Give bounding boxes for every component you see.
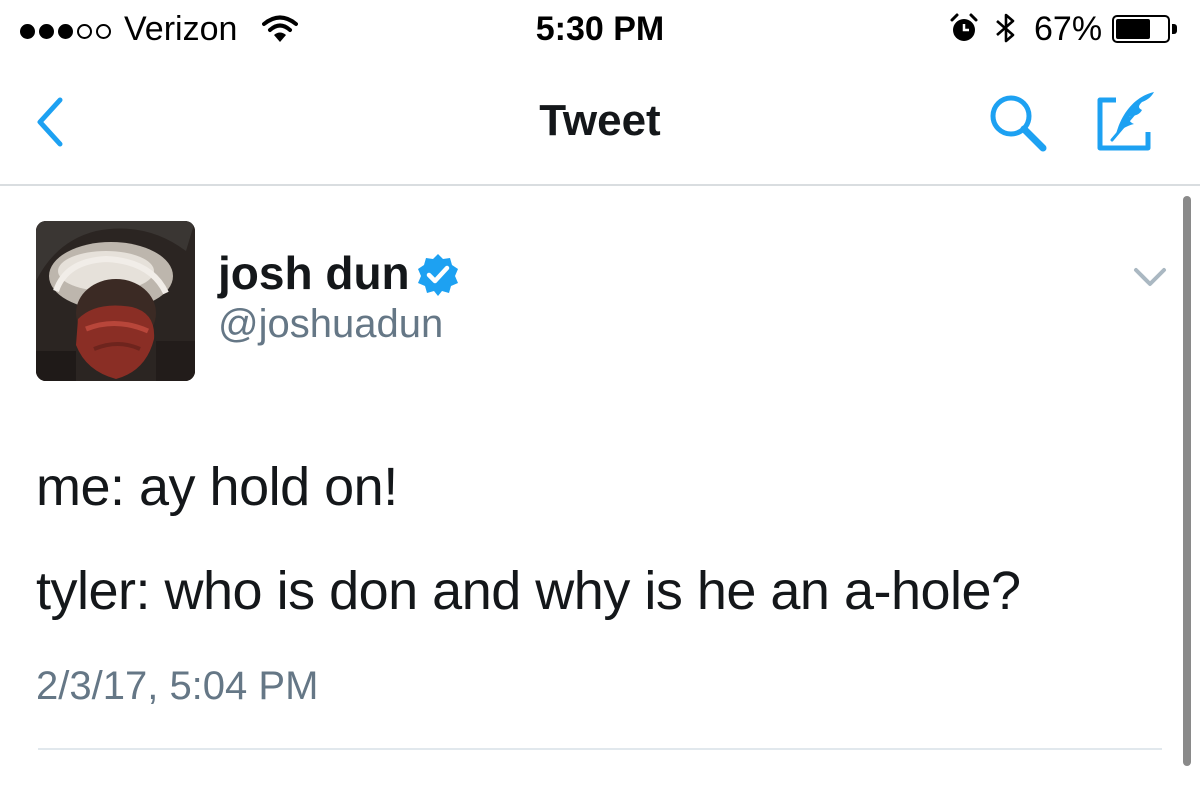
tweet-text-line: me: ay hold on! — [36, 457, 398, 517]
divider — [38, 748, 1162, 750]
chevron-down-icon[interactable] — [1130, 262, 1170, 292]
verified-badge-icon — [418, 254, 458, 296]
scrollbar[interactable] — [1183, 196, 1191, 766]
avatar[interactable] — [36, 221, 195, 381]
tweet-detail-screen: Verizon 5:30 PM 67% Tweet josh dun @josh… — [0, 0, 1200, 790]
battery-icon — [1112, 15, 1170, 43]
tweet-timestamp: 2/3/17, 5:04 PM — [36, 664, 319, 708]
battery-level — [1116, 19, 1150, 39]
bluetooth-icon — [996, 13, 1015, 43]
status-time: 5:30 PM — [535, 10, 665, 48]
alarm-icon — [950, 13, 978, 41]
author-name[interactable]: josh dun — [218, 246, 410, 300]
avatar-image — [36, 221, 195, 381]
tweet-text-line: tyler: who is don and why is he an a-hol… — [36, 561, 1021, 621]
battery-percent: 67% — [1034, 10, 1103, 48]
status-bar: Verizon 5:30 PM 67% — [0, 0, 1200, 62]
compose-icon[interactable] — [1090, 88, 1160, 156]
navigation-bar: Tweet — [0, 62, 1200, 186]
battery-nub — [1172, 24, 1177, 34]
author-handle[interactable]: @joshuadun — [218, 302, 443, 347]
search-icon[interactable] — [985, 90, 1051, 156]
